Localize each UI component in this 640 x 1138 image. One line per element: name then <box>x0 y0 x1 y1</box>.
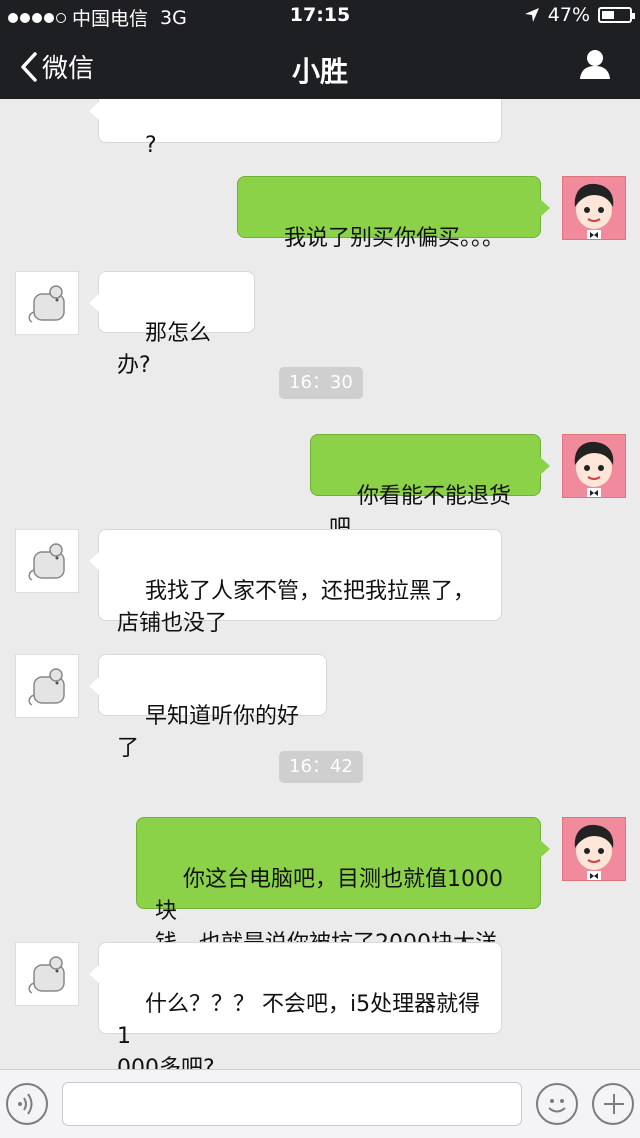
smiley-icon <box>548 1099 566 1113</box>
nav-bar: 微信 小胜 <box>0 30 640 99</box>
contact-avatar[interactable] <box>15 654 79 718</box>
timestamp: 16：42 <box>279 751 363 783</box>
input-bar <box>0 1069 640 1138</box>
cartoon-boy-avatar-icon <box>574 183 614 239</box>
mouse-avatar-icon <box>28 956 65 994</box>
incoming-message[interactable]: 早知道听你的好了 <box>89 654 327 761</box>
message-text: 那怎么办? <box>117 321 211 378</box>
incoming-message[interactable]: ? <box>89 99 502 158</box>
contact-profile-button[interactable] <box>578 48 612 80</box>
outgoing-message[interactable]: 你看能不能退货吧 <box>310 434 550 541</box>
location-arrow-icon <box>524 8 539 22</box>
person-icon <box>580 50 610 79</box>
my-avatar[interactable] <box>562 817 626 881</box>
message-text: 什么？？？ 不会吧，i5处理器就得1 000多吧? <box>117 992 481 1069</box>
mouse-avatar-icon <box>28 543 65 581</box>
battery-fill <box>602 11 615 19</box>
outgoing-message[interactable]: 我说了别买你偏买。。。 <box>237 176 550 251</box>
message-text: ? <box>144 133 157 158</box>
incoming-message[interactable]: 我找了人家不管，还把我拉黑了， 店铺也没了 <box>89 529 502 636</box>
voice-wave-icon <box>18 1093 33 1115</box>
contact-avatar[interactable] <box>15 271 79 335</box>
status-right: 47% <box>524 4 635 26</box>
timestamp: 16：30 <box>279 367 363 399</box>
incoming-message[interactable]: 什么？？？ 不会吧，i5处理器就得1 000多吧? <box>89 942 502 1069</box>
chat-area[interactable]: ? 我说了别买你偏买。。。 那怎么办? 16：30 你看能不能退货吧 <box>0 99 640 1069</box>
cartoon-boy-avatar-icon <box>574 441 614 497</box>
emoji-button[interactable] <box>536 1083 578 1125</box>
voice-input-button[interactable] <box>6 1083 48 1125</box>
battery-percent: 47% <box>547 4 590 26</box>
status-bar: 中国电信 3G 17:15 47% <box>0 0 640 30</box>
message-input[interactable] <box>62 1082 522 1126</box>
message-text: 早知道听你的好了 <box>117 704 299 761</box>
message-text: 我找了人家不管，还把我拉黑了， 店铺也没了 <box>117 579 475 636</box>
contact-avatar[interactable] <box>15 942 79 1006</box>
more-options-button[interactable] <box>592 1083 634 1125</box>
mouse-avatar-icon <box>28 668 65 706</box>
battery-icon <box>598 7 635 23</box>
my-avatar[interactable] <box>562 434 626 498</box>
chat-title: 小胜 <box>291 55 348 88</box>
my-avatar[interactable] <box>562 176 626 240</box>
contact-avatar[interactable] <box>15 529 79 593</box>
mouse-avatar-icon <box>28 285 65 323</box>
incoming-message[interactable]: 那怎么办? <box>89 271 255 378</box>
message-text: 我说了别买你偏买。。。 <box>283 226 504 251</box>
outgoing-message[interactable]: 你这台电脑吧，目测也就值1000块 钱，也就是说你被坑了2000块大洋 <box>136 817 550 956</box>
cartoon-boy-avatar-icon <box>574 824 614 880</box>
